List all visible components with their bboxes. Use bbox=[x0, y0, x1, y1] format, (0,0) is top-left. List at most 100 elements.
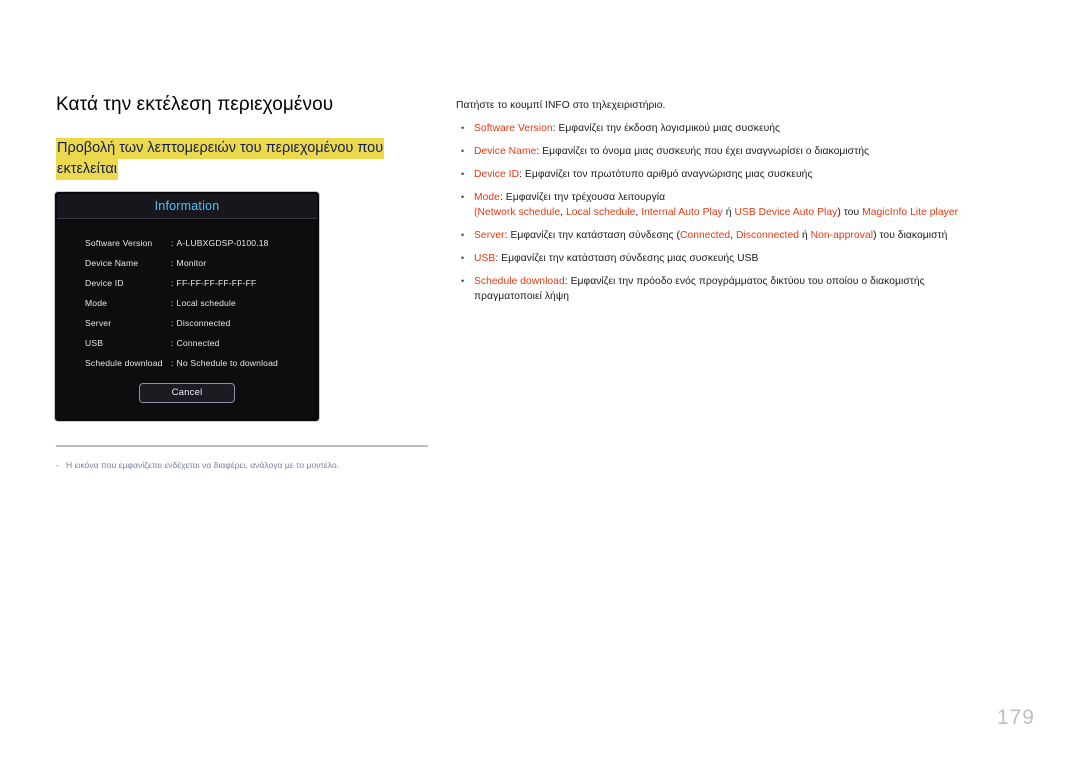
footnote-divider bbox=[56, 445, 428, 447]
info-label: Schedule download bbox=[85, 358, 163, 368]
info-value: : FF-FF-FF-FF-FF-FF bbox=[171, 278, 256, 288]
status-connected: Connected bbox=[679, 230, 731, 241]
info-row-schedule-download: Schedule download : No Schedule to downlo… bbox=[57, 353, 317, 373]
mode-option-internal-auto-play: Internal Auto Play bbox=[641, 207, 723, 218]
dialog-body: Software Version : A-LUBXGDSP-0100.18 Dev… bbox=[57, 219, 317, 373]
info-value: : No Schedule to download bbox=[171, 358, 278, 368]
term-description: Εμφανίζει την κατάσταση σύνδεσης μιας συ… bbox=[501, 253, 759, 264]
info-value-text: Monitor bbox=[176, 258, 207, 268]
info-value: : Connected bbox=[171, 338, 219, 348]
list-item-software-version: • Software Version: Εμφανίζει την έκδοση… bbox=[456, 121, 1036, 136]
info-value: : Disconnected bbox=[171, 318, 230, 328]
info-label: Device ID bbox=[85, 278, 124, 288]
term-description: Εμφανίζει την έκδοση λογισμικού μιας συσ… bbox=[558, 123, 781, 134]
mode-option-network-schedule: Network schedule bbox=[477, 207, 561, 218]
term-label: Device Name bbox=[474, 146, 537, 157]
manual-page: { "page": { "number": "179", "title": "Κ… bbox=[0, 0, 1080, 763]
bullet-text: Mode: Εμφανίζει την τρέχουσα λειτουργία … bbox=[474, 190, 1036, 220]
bullet-text: Schedule download: Εμφανίζει την πρόοδο … bbox=[474, 274, 1036, 304]
bullet-dot-icon: • bbox=[461, 253, 465, 263]
sub-heading-container: Προβολή των λεπτομερειών του περιεχομένο… bbox=[56, 138, 428, 180]
term-label: USB bbox=[474, 253, 496, 264]
term-label: Device ID bbox=[474, 169, 520, 180]
list-item-device-name: • Device Name: Εμφανίζει το όνομα μιας σ… bbox=[456, 144, 1036, 159]
colon: : bbox=[171, 238, 174, 248]
mode-tail-term: MagicInfo Lite player bbox=[862, 207, 959, 218]
colon: : bbox=[171, 358, 174, 368]
list-item-mode: • Mode: Εμφανίζει την τρέχουσα λειτουργί… bbox=[456, 190, 1036, 220]
term-label: Software Version bbox=[474, 123, 553, 134]
term-description: Εμφανίζει την πρόοδο ενός προγράμματος δ… bbox=[570, 276, 925, 287]
or-word: ή bbox=[722, 207, 735, 218]
footnote-section: - Η εικόνα που εμφανίζεται ενδέχεται να … bbox=[56, 445, 428, 472]
term-description: Εμφανίζει τον πρωτότυπο αριθμό αναγνώρισ… bbox=[524, 169, 813, 180]
info-value-text: Disconnected bbox=[176, 318, 231, 328]
bullet-dot-icon: • bbox=[461, 192, 465, 202]
bullet-dot-icon: • bbox=[461, 123, 465, 133]
info-label: Mode bbox=[85, 298, 108, 308]
info-row-device-name: Device Name : Monitor bbox=[57, 253, 317, 273]
page-title: Κατά την εκτέλεση περιεχομένου bbox=[56, 94, 334, 115]
info-value: : Local schedule bbox=[171, 298, 236, 308]
info-row-mode: Mode : Local schedule bbox=[57, 293, 317, 313]
bullet-text: Server: Εμφανίζει την κατάσταση σύνδεσης… bbox=[474, 228, 1036, 243]
colon: : bbox=[171, 318, 174, 328]
bullet-dot-icon: • bbox=[461, 146, 465, 156]
server-desc-pre: Εμφανίζει την κατάσταση σύνδεσης ( bbox=[510, 230, 680, 241]
information-dialog: Information Software Version : A-LUBXGDSP… bbox=[54, 191, 320, 422]
info-label: Device Name bbox=[85, 258, 139, 268]
info-row-server: Server : Disconnected bbox=[57, 313, 317, 333]
term-label: Schedule download bbox=[474, 276, 565, 287]
info-row-device-id: Device ID : FF-FF-FF-FF-FF-FF bbox=[57, 273, 317, 293]
mode-option-usb-device-auto-play: USB Device Auto Play bbox=[734, 207, 838, 218]
info-value-text: No Schedule to download bbox=[176, 358, 278, 368]
colon: : bbox=[171, 298, 174, 308]
term-description: Εμφανίζει την τρέχουσα λειτουργία bbox=[505, 192, 666, 203]
info-label: USB bbox=[85, 338, 104, 348]
info-value-text: Connected bbox=[176, 338, 220, 348]
status-non-approval: Non-approval bbox=[810, 230, 874, 241]
colon: : bbox=[171, 278, 174, 288]
list-item-usb: • USB: Εμφανίζει την κατάσταση σύνδεσης … bbox=[456, 251, 1036, 266]
colon: : bbox=[171, 338, 174, 348]
term-description-line2: πραγματοποιεί λήψη bbox=[474, 291, 570, 302]
bullet-text: Device Name: Εμφανίζει το όνομα μιας συσ… bbox=[474, 144, 1036, 159]
term-label: Server bbox=[474, 230, 505, 241]
list-item-server: • Server: Εμφανίζει την κατάσταση σύνδεσ… bbox=[456, 228, 1036, 243]
term-label: Mode bbox=[474, 192, 500, 203]
cancel-button[interactable]: Cancel bbox=[139, 383, 235, 403]
sub-heading-highlighted: Προβολή των λεπτομερειών του περιεχομένο… bbox=[56, 138, 385, 180]
intro-line: Πατήστε το κουμπί INFO στο τηλεχειριστήρ… bbox=[456, 100, 666, 111]
info-row-software-version: Software Version : A-LUBXGDSP-0100.18 bbox=[57, 233, 317, 253]
colon: : bbox=[171, 258, 174, 268]
info-label: Server bbox=[85, 318, 112, 328]
dialog-titlebar: Information bbox=[57, 194, 317, 219]
left-column: Κατά την εκτέλεση περιεχομένου Προβολή τ… bbox=[56, 92, 428, 180]
bullet-dot-icon: • bbox=[461, 230, 465, 240]
mode-options-line: (Network schedule, Local schedule, Inter… bbox=[474, 205, 1036, 220]
description-bullet-list: • Software Version: Εμφανίζει την έκδοση… bbox=[456, 121, 1036, 304]
dialog-footer: Cancel bbox=[57, 383, 317, 403]
bullet-text: USB: Εμφανίζει την κατάσταση σύνδεσης μι… bbox=[474, 251, 1036, 266]
footnote: - Η εικόνα που εμφανίζεται ενδέχεται να … bbox=[56, 459, 428, 472]
mode-first-line: Mode: Εμφανίζει την τρέχουσα λειτουργία bbox=[474, 192, 665, 203]
info-value: : Monitor bbox=[171, 258, 206, 268]
info-row-usb: USB : Connected bbox=[57, 333, 317, 353]
dialog-inner-panel: Information Software Version : A-LUBXGDSP… bbox=[57, 194, 317, 419]
footnote-text: Η εικόνα που εμφανίζεται ενδέχεται να δι… bbox=[66, 460, 340, 470]
bullet-dot-icon: • bbox=[461, 276, 465, 286]
status-disconnected: Disconnected bbox=[736, 230, 800, 241]
list-item-device-id: • Device ID: Εμφανίζει τον πρωτότυπο αρι… bbox=[456, 167, 1036, 182]
page-number: 179 bbox=[996, 706, 1035, 729]
term-description: Εμφανίζει το όνομα μιας συσκευής που έχε… bbox=[542, 146, 869, 157]
info-value: : A-LUBXGDSP-0100.18 bbox=[171, 238, 269, 248]
info-value-text: A-LUBXGDSP-0100.18 bbox=[176, 238, 269, 248]
or-word: ή bbox=[799, 230, 811, 241]
mode-tail-plain: του bbox=[840, 207, 863, 218]
list-item-schedule-download: • Schedule download: Εμφανίζει την πρόοδ… bbox=[456, 274, 1036, 304]
server-desc-post: ) του διακομιστή bbox=[873, 230, 948, 241]
info-label: Software Version bbox=[85, 238, 153, 248]
bullet-dot-icon: • bbox=[461, 169, 465, 179]
bullet-text: Software Version: Εμφανίζει την έκδοση λ… bbox=[474, 121, 1036, 136]
footnote-dash: - bbox=[56, 460, 59, 470]
